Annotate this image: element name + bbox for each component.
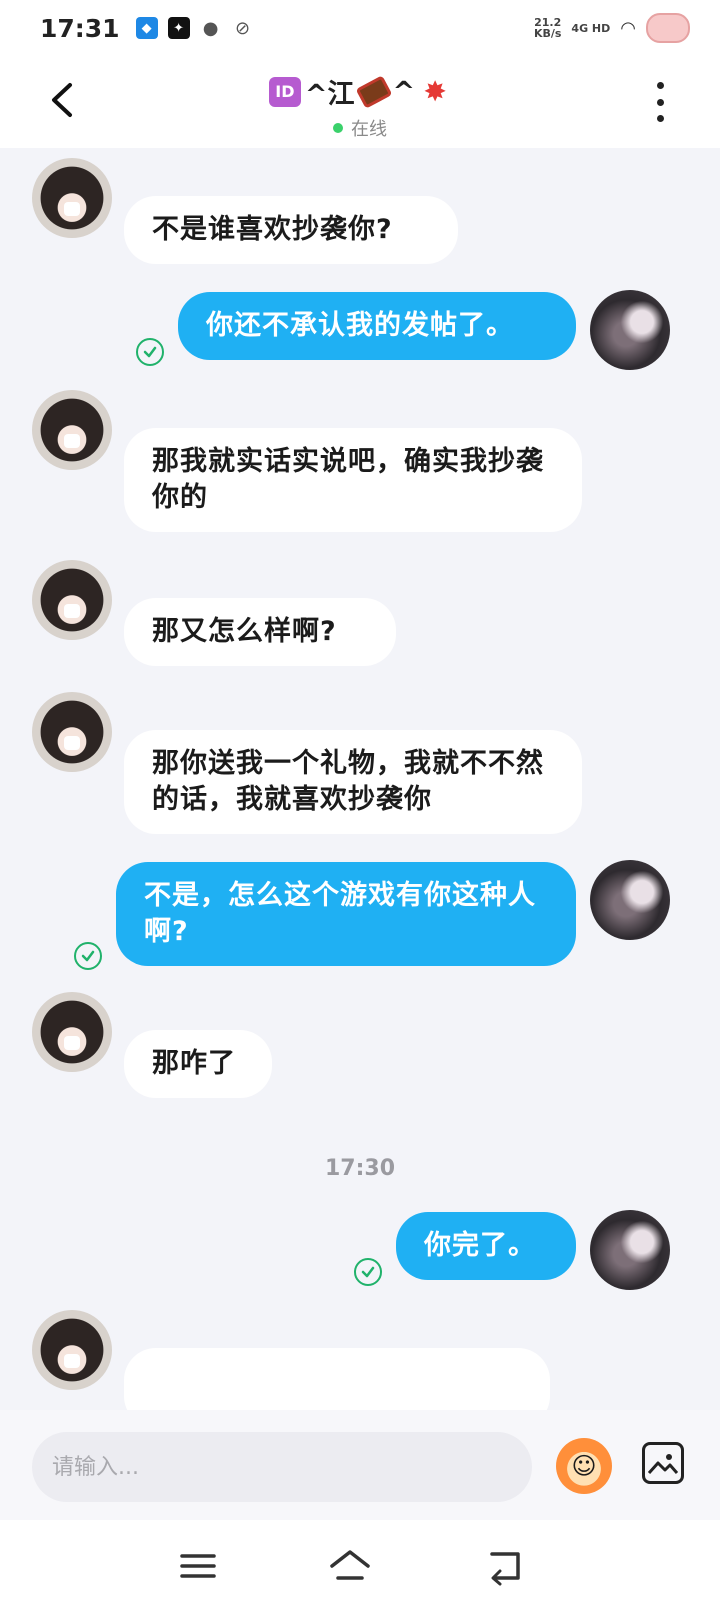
read-check-icon xyxy=(354,1258,382,1286)
message-bubble-incoming-partial[interactable] xyxy=(124,1348,550,1410)
vertical-dots-icon-dot xyxy=(656,115,664,122)
message-timestamp: 17:30 xyxy=(324,1156,396,1181)
system-nav-bar xyxy=(0,1520,720,1612)
network-speed: 21.2 KB/s xyxy=(534,17,561,39)
self-avatar[interactable] xyxy=(590,290,670,370)
emoji-sticker-button[interactable]: ☺ xyxy=(556,1438,612,1494)
wechat-icon: ● xyxy=(202,17,219,39)
id-badge-icon: ID xyxy=(268,76,301,107)
wifi-icon: ◠ xyxy=(620,17,636,39)
menu-nav-button[interactable] xyxy=(176,1546,220,1586)
contact-avatar[interactable] xyxy=(32,992,112,1072)
contact-avatar[interactable] xyxy=(32,158,112,238)
message-list[interactable]: 不是谁喜欢抄袭你? 你还不承认我的发帖了。 那我就实话实说吧，确实我抄袭你的 那… xyxy=(0,148,720,1410)
message-bubble-outgoing[interactable]: 你完了。 xyxy=(396,1212,576,1280)
app-notification-icon-2: ✦ xyxy=(167,17,190,39)
signal-label: 4G HD xyxy=(571,21,611,35)
contact-name-suffix: ^ xyxy=(392,76,416,107)
app-notification-icon: ◆ xyxy=(135,17,158,39)
message-bubble-incoming[interactable]: 那你送我一个礼物，我就不不然的话，我就喜欢抄袭你 xyxy=(124,730,582,834)
mascot-face-icon: ☺ xyxy=(571,1452,597,1480)
image-icon xyxy=(648,1454,678,1475)
online-dot-icon xyxy=(333,123,343,133)
message-input[interactable] xyxy=(32,1432,532,1502)
message-bubble-incoming[interactable]: 那又怎么样啊? xyxy=(124,598,396,666)
menu-icon xyxy=(180,1554,216,1578)
anger-icon: ✸ xyxy=(423,75,447,108)
chevron-left-icon xyxy=(52,83,72,117)
contact-avatar[interactable] xyxy=(32,390,112,470)
message-bubble-outgoing[interactable]: 不是，怎么这个游戏有你这种人啊? xyxy=(116,862,576,966)
sync-icon: ⊘ xyxy=(235,17,251,39)
more-options-button[interactable] xyxy=(648,82,672,122)
self-avatar[interactable] xyxy=(590,860,670,940)
vertical-dots-icon-dot xyxy=(656,98,664,106)
input-bar: ☺ xyxy=(0,1410,720,1520)
status-time: 17:31 xyxy=(40,13,120,43)
network-speed-unit: KB/s xyxy=(533,27,562,40)
message-bubble-incoming[interactable]: 不是谁喜欢抄袭你? xyxy=(124,196,458,264)
contact-avatar[interactable] xyxy=(32,1310,112,1390)
chocolate-icon xyxy=(355,74,392,109)
back-button[interactable] xyxy=(40,78,84,122)
read-check-icon xyxy=(136,338,164,366)
read-check-icon xyxy=(74,942,102,970)
image-picker-button[interactable] xyxy=(642,1442,684,1484)
online-status: 在线 xyxy=(160,115,560,141)
message-bubble-outgoing[interactable]: 你还不承认我的发帖了。 xyxy=(178,292,576,360)
self-avatar[interactable] xyxy=(590,1210,670,1290)
online-status-label: 在线 xyxy=(351,119,387,140)
contact-avatar[interactable] xyxy=(32,692,112,772)
battery-pig-icon xyxy=(646,13,690,43)
contact-avatar[interactable] xyxy=(32,560,112,640)
back-nav-button[interactable] xyxy=(484,1546,528,1586)
home-icon xyxy=(330,1550,370,1580)
vertical-dots-icon xyxy=(656,82,664,89)
chat-header: ID ^江 ^ ✸ 在线 xyxy=(0,56,720,148)
chat-title[interactable]: ID ^江 ^ ✸ 在线 xyxy=(160,72,560,141)
contact-name: ^江 xyxy=(304,79,355,110)
return-icon xyxy=(490,1552,520,1586)
message-bubble-incoming[interactable]: 那我就实话实说吧，确实我抄袭你的 xyxy=(124,428,582,532)
status-bar: 17:31 ◆ ✦ ● ⊘ 21.2 KB/s 4G HD ◠ xyxy=(0,0,720,56)
message-bubble-incoming[interactable]: 那咋了 xyxy=(124,1030,272,1098)
home-nav-button[interactable] xyxy=(328,1546,372,1586)
